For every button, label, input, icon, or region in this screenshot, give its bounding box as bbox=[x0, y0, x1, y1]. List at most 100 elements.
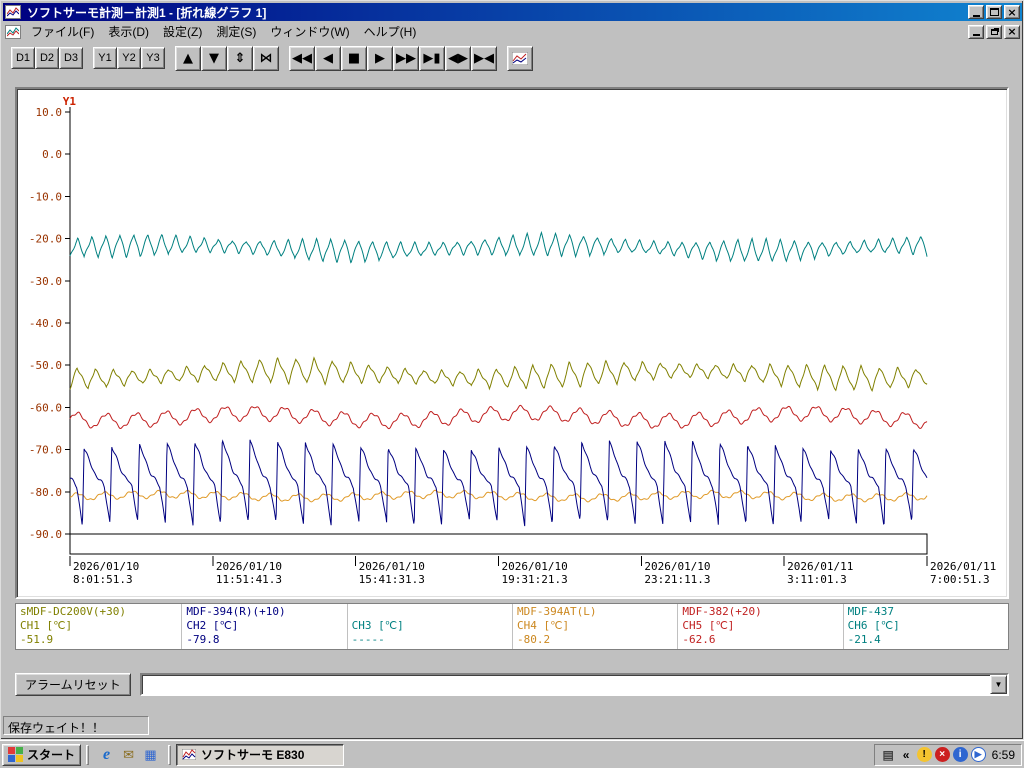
alarm-reset-button[interactable]: アラームリセット bbox=[15, 673, 131, 696]
task-label: ソフトサーモ E830 bbox=[201, 748, 305, 762]
skip-to-end-button[interactable]: ▶▮ bbox=[419, 45, 445, 71]
step-forward-button[interactable]: ▶ bbox=[367, 45, 393, 71]
info-tray-icon[interactable]: i bbox=[952, 747, 968, 762]
y-tick-label: 10.0 bbox=[36, 106, 63, 119]
input-method-tray-icon[interactable]: ▤ bbox=[881, 747, 896, 762]
series-CH1 bbox=[69, 356, 928, 392]
windows-logo-icon bbox=[8, 747, 23, 762]
internet-explorer-icon[interactable]: e bbox=[97, 745, 116, 764]
step-back-button[interactable]: ◀ bbox=[315, 45, 341, 71]
legend-channel-1: sMDF-DC200V(+30) CH1 [℃] -51.9 bbox=[16, 604, 181, 649]
window-controls: × bbox=[968, 5, 1020, 19]
app-window: ソフトサーモ計測－計測1 - [折れ線グラフ 1] × ファイル(F) 表示(D)… bbox=[0, 0, 1024, 740]
scale-buttons: ▲ ▼ ⇕ ⋈ bbox=[175, 45, 279, 71]
y-tick-label: -70.0 bbox=[29, 444, 62, 457]
x-tick-time: 23:21:11.3 bbox=[644, 573, 710, 586]
legend-sensor-name: MDF-382(+20) bbox=[682, 605, 762, 618]
x-tick-time: 15:41:31.3 bbox=[359, 573, 425, 586]
legend-channel-value: -21.4 bbox=[847, 633, 881, 646]
minimize-icon bbox=[972, 34, 980, 36]
menu-settings[interactable]: 設定(Z) bbox=[156, 21, 209, 42]
y-axis-title: Y1 bbox=[63, 95, 77, 108]
minimize-icon bbox=[972, 14, 980, 17]
time-range-selector[interactable] bbox=[69, 533, 928, 555]
stop-button[interactable]: ■ bbox=[341, 45, 367, 71]
close-icon: × bbox=[1007, 25, 1017, 38]
scroll-up-button[interactable]: ▲ bbox=[175, 45, 201, 71]
legend-sensor-name: sMDF-DC200V(+30) bbox=[20, 605, 126, 618]
start-button[interactable]: スタート bbox=[2, 743, 82, 766]
x-tick-time: 19:31:21.3 bbox=[502, 573, 568, 586]
media-tray-icon[interactable]: ▶ bbox=[970, 747, 986, 762]
fit-vertical-button[interactable]: ⇕ bbox=[227, 45, 253, 71]
app-icon bbox=[5, 5, 21, 19]
axis-button-y3[interactable]: Y3 bbox=[141, 47, 165, 69]
chart-panel: Y1 10.0 0.0 -10.0 -20.0 -30.0 -40.0 -50.0 -60.0 -… bbox=[15, 87, 1009, 599]
legend-channel-5: MDF-382(+20) CH5 [℃] -62.6 bbox=[677, 604, 842, 649]
menu-file[interactable]: ファイル(F) bbox=[24, 21, 101, 42]
title-bar: ソフトサーモ計測－計測1 - [折れ線グラフ 1] × bbox=[3, 3, 1022, 21]
series-CH5 bbox=[69, 404, 928, 430]
legend-channel-label: CH1 [℃] bbox=[20, 619, 73, 632]
series-CH6 bbox=[69, 230, 928, 264]
alarm-combobox[interactable]: ▼ bbox=[139, 673, 1009, 696]
menu-bar: ファイル(F) 表示(D) 設定(Z) 測定(S) ウィンドウ(W) ヘルプ(H) × bbox=[3, 22, 1022, 41]
tray-icons: ▤ «! × i ▶ bbox=[881, 747, 986, 762]
series-CH4 bbox=[69, 489, 928, 503]
x-tick-date: 2026/01/10 bbox=[73, 560, 139, 573]
compress-vertical-button[interactable]: ⋈ bbox=[253, 45, 279, 71]
fast-rewind-button[interactable]: ◀◀ bbox=[289, 45, 315, 71]
child-window-icon bbox=[5, 24, 21, 39]
expand-time-button[interactable]: ◀▶ bbox=[445, 45, 471, 71]
legend-channel-label: CH6 [℃] bbox=[847, 619, 900, 632]
x-tick-time: 11:51:41.3 bbox=[216, 573, 282, 586]
maximize-button[interactable] bbox=[986, 5, 1002, 19]
axis-button-y2[interactable]: Y2 bbox=[117, 47, 141, 69]
menu-measure[interactable]: 測定(S) bbox=[209, 21, 263, 42]
taskbar-divider bbox=[86, 744, 90, 765]
fast-forward-button[interactable]: ▶▶ bbox=[393, 45, 419, 71]
legend-channel-4: MDF-394AT(L) CH4 [℃] -80.2 bbox=[511, 604, 677, 649]
alert-tray-icon[interactable]: ! bbox=[916, 747, 932, 762]
collapse-tray-icon[interactable]: « bbox=[899, 747, 914, 762]
minimize-button[interactable] bbox=[968, 5, 984, 19]
menu-help[interactable]: ヘルプ(H) bbox=[357, 21, 424, 42]
legend-channel-label: CH3 [℃] bbox=[351, 619, 404, 632]
display-button-d3[interactable]: D3 bbox=[59, 47, 83, 69]
legend-channel-label: CH4 [℃] bbox=[516, 619, 570, 632]
alarm-row: アラームリセット ▼ bbox=[15, 673, 1009, 696]
collapse-time-button[interactable]: ▶◀ bbox=[471, 45, 497, 71]
taskbar-task-button[interactable]: ソフトサーモ E830 bbox=[176, 743, 345, 766]
legend-channel-label: CH2 [℃] bbox=[186, 619, 239, 632]
legend-channel-value: -51.9 bbox=[20, 633, 54, 646]
scroll-down-button[interactable]: ▼ bbox=[201, 45, 227, 71]
child-minimize-button[interactable] bbox=[968, 24, 984, 39]
display-button-d2[interactable]: D2 bbox=[35, 47, 59, 69]
legend-channel-value: ----- bbox=[351, 633, 385, 646]
show-desktop-icon[interactable]: ▦ bbox=[141, 745, 160, 764]
close-icon: × bbox=[1007, 5, 1017, 19]
child-restore-button[interactable] bbox=[986, 24, 1002, 39]
y-tick-label: -40.0 bbox=[29, 317, 62, 330]
alarm-combobox-value[interactable] bbox=[142, 675, 990, 694]
maximize-icon bbox=[989, 8, 999, 16]
menu-window[interactable]: ウィンドウ(W) bbox=[263, 21, 356, 42]
combobox-dropdown-button[interactable]: ▼ bbox=[990, 675, 1007, 694]
mail-icon[interactable]: ✉ bbox=[119, 745, 138, 764]
legend-channel-2: MDF-394(R)(+10) CH2 [℃] -79.8 bbox=[181, 604, 346, 649]
menu-view[interactable]: 表示(D) bbox=[101, 21, 156, 42]
taskbar-clock: 6:59 bbox=[991, 747, 1015, 762]
y-tick-label: 0.0 bbox=[42, 148, 62, 161]
x-tick-date: 2026/01/11 bbox=[930, 560, 996, 573]
line-graph-button[interactable] bbox=[507, 45, 533, 71]
y-tick-label: -50.0 bbox=[29, 359, 62, 372]
close-button[interactable]: × bbox=[1004, 5, 1020, 19]
taskbar: スタート e ✉ ▦ ソフトサーモ E830 ▤ «! × i ▶ 6:59 bbox=[0, 740, 1024, 768]
security-tray-icon[interactable]: × bbox=[934, 747, 950, 762]
display-button-d1[interactable]: D1 bbox=[11, 47, 35, 69]
legend-sensor-name: MDF-394AT(L) bbox=[516, 605, 597, 618]
child-close-button[interactable]: × bbox=[1004, 24, 1020, 39]
y-tick-label: -20.0 bbox=[29, 233, 62, 246]
legend-sensor-name: MDF-394(R)(+10) bbox=[186, 605, 286, 618]
axis-button-y1[interactable]: Y1 bbox=[93, 47, 117, 69]
